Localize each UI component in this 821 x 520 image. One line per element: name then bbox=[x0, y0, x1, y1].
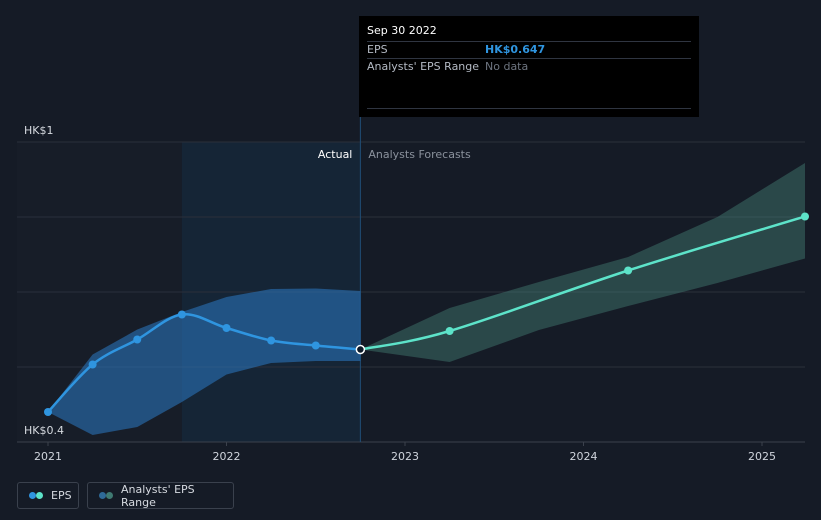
tooltip-divider bbox=[367, 58, 691, 59]
data-point bbox=[624, 266, 633, 275]
tooltip-date: Sep 30 2022 bbox=[367, 24, 437, 37]
tooltip-eps-value: HK$0.647 bbox=[485, 43, 546, 56]
x-tick-label: 2025 bbox=[748, 450, 776, 463]
legend-eps[interactable]: EPS bbox=[17, 482, 79, 509]
data-point bbox=[177, 310, 186, 319]
data-point bbox=[44, 408, 52, 416]
x-tick-label: 2024 bbox=[570, 450, 598, 463]
tooltip-divider bbox=[367, 41, 691, 42]
legend-eps-label: EPS bbox=[51, 489, 72, 502]
eps-swatch-icon bbox=[29, 492, 43, 499]
forecast-eps-range-area bbox=[360, 162, 805, 362]
data-point bbox=[222, 324, 231, 332]
x-tick-label: 2023 bbox=[391, 450, 419, 463]
tooltip-range-value: No data bbox=[485, 60, 529, 73]
data-point bbox=[311, 341, 320, 350]
tooltip-range-label: Analysts' EPS Range bbox=[367, 60, 480, 73]
x-tick-label: 2021 bbox=[34, 450, 62, 463]
hover-point bbox=[355, 344, 366, 355]
forecast-section-label: Analysts Forecasts bbox=[368, 148, 471, 161]
legend-eps-range[interactable]: Analysts' EPS Range bbox=[87, 482, 234, 509]
y-axis-top-label: HK$1 bbox=[24, 124, 53, 137]
tooltip-eps-label: EPS bbox=[367, 43, 388, 56]
data-point bbox=[88, 360, 97, 369]
x-tick-label: 2022 bbox=[213, 450, 241, 463]
y-axis-bottom-label: HK$0.4 bbox=[24, 424, 64, 437]
data-point bbox=[133, 335, 142, 344]
data-point bbox=[267, 336, 276, 345]
actual-section-label: Actual bbox=[318, 148, 352, 161]
hover-tooltip: Sep 30 2022 EPS HK$0.647 Analysts' EPS R… bbox=[359, 16, 699, 117]
tooltip-divider bbox=[367, 108, 691, 109]
legend-range-label: Analysts' EPS Range bbox=[121, 482, 195, 509]
data-point bbox=[445, 327, 454, 335]
data-point bbox=[801, 212, 809, 221]
range-swatch-icon bbox=[99, 492, 113, 499]
